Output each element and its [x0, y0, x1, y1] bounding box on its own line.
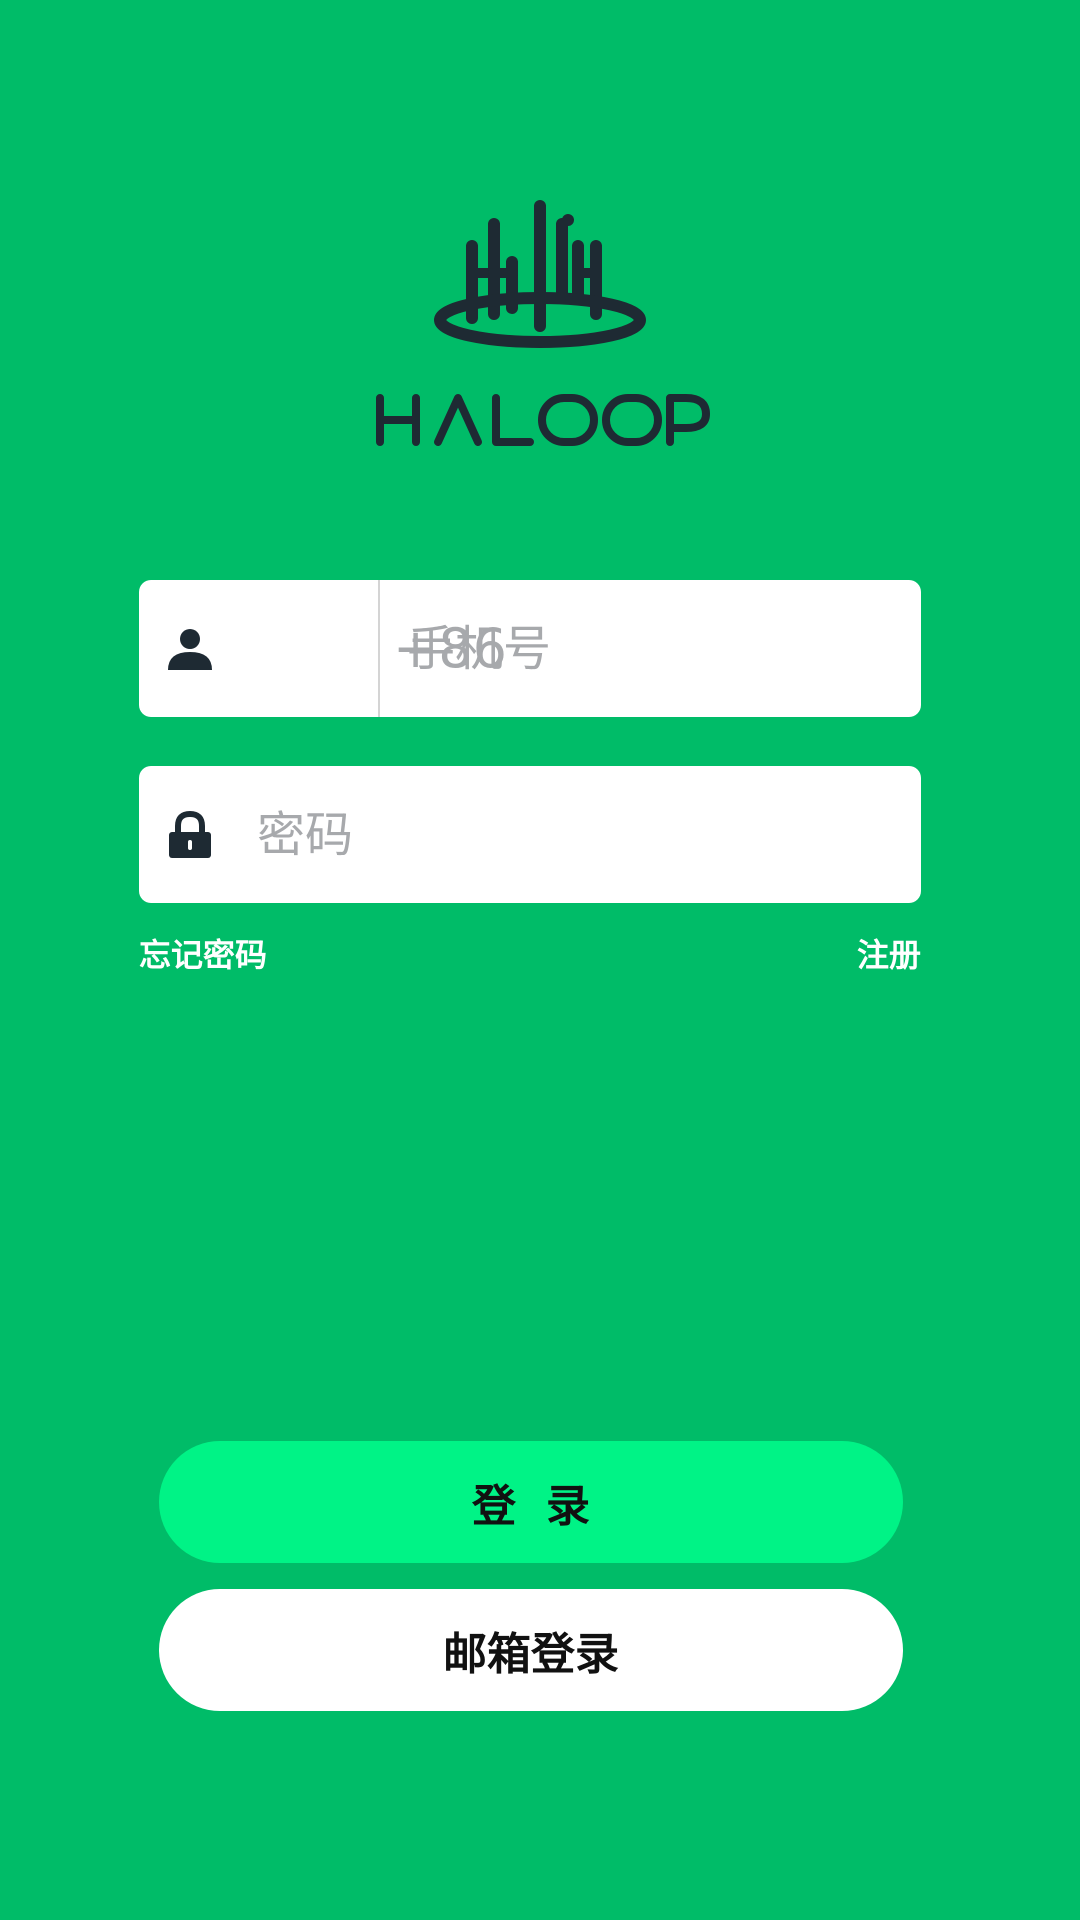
phone-field: +86 — [139, 580, 921, 717]
haloop-logo-mark — [434, 200, 646, 348]
register-link[interactable]: 注册 — [857, 930, 921, 976]
login-button[interactable]: 登录 — [159, 1441, 903, 1563]
password-field — [139, 766, 921, 903]
login-screen: +86 忘记密码 注册 登录 邮箱登录 — [0, 0, 1080, 1920]
forgot-password-link[interactable]: 忘记密码 — [139, 930, 267, 976]
lock-icon — [169, 810, 211, 858]
user-icon — [168, 629, 212, 670]
haloop-logo — [370, 200, 710, 450]
field-divider — [378, 580, 380, 717]
phone-input[interactable] — [407, 580, 887, 717]
haloop-wordmark — [376, 394, 710, 446]
password-input[interactable] — [257, 766, 877, 903]
email-login-button[interactable]: 邮箱登录 — [159, 1589, 903, 1711]
